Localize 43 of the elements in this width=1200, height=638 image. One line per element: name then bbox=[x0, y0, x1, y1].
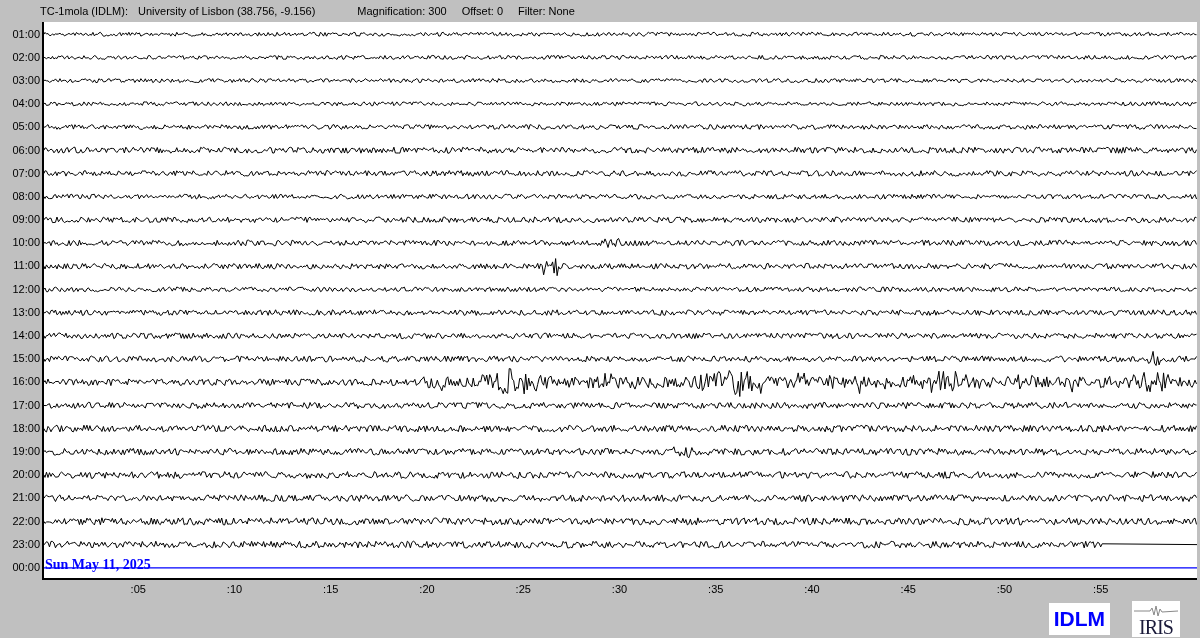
filter-text: Filter: None bbox=[518, 5, 575, 17]
time-tick-label: :20 bbox=[419, 582, 435, 597]
hour-label: 01:00 bbox=[11, 26, 41, 42]
hour-label: 06:00 bbox=[11, 142, 41, 158]
hour-label: 18:00 bbox=[11, 420, 41, 436]
time-tick-label: :50 bbox=[996, 582, 1013, 597]
time-tick-label: :10 bbox=[226, 582, 243, 597]
hour-label: 13:00 bbox=[11, 304, 41, 320]
hour-label: 12:00 bbox=[11, 281, 41, 297]
location-text: University of Lisbon (38.756, -9.156) bbox=[138, 5, 316, 17]
hour-label: 15:00 bbox=[11, 351, 41, 367]
network-logo-text: IRIS bbox=[1139, 617, 1173, 637]
hour-label: 17:00 bbox=[11, 397, 41, 413]
time-tick-label: :25 bbox=[515, 582, 531, 597]
hour-label: 02:00 bbox=[11, 49, 41, 65]
hour-label: 11:00 bbox=[12, 258, 41, 274]
hour-label: 09:00 bbox=[11, 212, 41, 228]
time-tick-label: :05 bbox=[130, 582, 146, 597]
hour-label: 08:00 bbox=[11, 188, 41, 204]
station-title: TC-1mola (IDLM): bbox=[40, 5, 128, 17]
hour-label: 21:00 bbox=[11, 490, 41, 506]
time-tick-label: :30 bbox=[611, 582, 628, 597]
hour-label: 05:00 bbox=[11, 119, 41, 135]
hour-label: 23:00 bbox=[11, 536, 41, 552]
hour-label: 00:00 bbox=[11, 559, 41, 575]
time-tick-label: :55 bbox=[1093, 582, 1109, 597]
hour-label: 10:00 bbox=[11, 235, 41, 251]
hour-label: 07:00 bbox=[11, 165, 41, 181]
time-tick-label: :40 bbox=[804, 582, 820, 597]
station-logo: IDLM bbox=[1048, 603, 1110, 635]
waveform-icon bbox=[1134, 605, 1178, 617]
hour-label: 14:00 bbox=[11, 328, 41, 344]
hour-label: 19:00 bbox=[11, 443, 41, 459]
hour-label: 20:00 bbox=[11, 467, 41, 483]
time-tick-label: :45 bbox=[900, 582, 916, 597]
hour-label: 16:00 bbox=[11, 374, 41, 390]
time-tick-label: :15 bbox=[323, 582, 339, 597]
hour-label: 22:00 bbox=[11, 513, 41, 529]
hour-label: 03:00 bbox=[11, 72, 41, 88]
magnification-text: Magnification: 300 bbox=[357, 5, 447, 17]
offset-text: Offset: 0 bbox=[461, 5, 503, 17]
time-tick-label: :35 bbox=[708, 582, 724, 597]
hour-label: 04:00 bbox=[11, 96, 41, 112]
